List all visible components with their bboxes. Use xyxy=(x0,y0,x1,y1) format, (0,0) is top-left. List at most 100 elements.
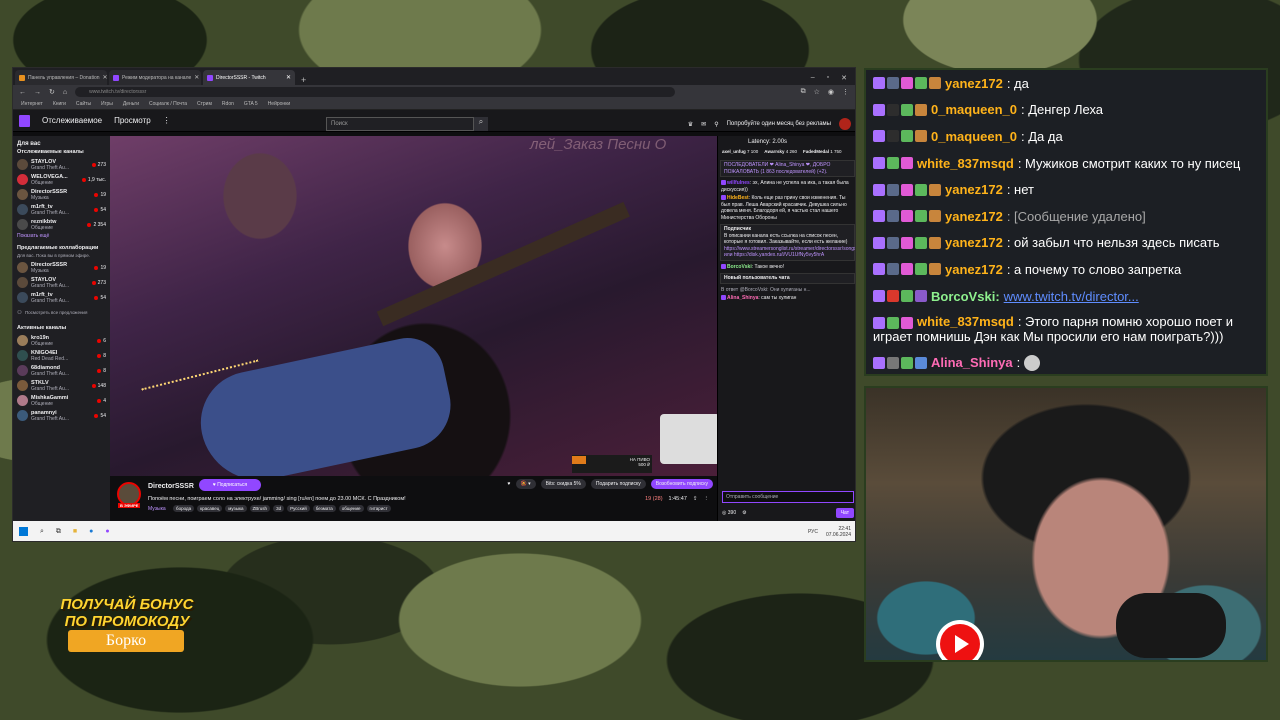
extensions-icon[interactable]: ⧉ xyxy=(801,88,806,96)
bookmark-item[interactable]: Rdon xyxy=(222,101,234,107)
bookmark-item[interactable]: GTA 5 xyxy=(244,101,258,107)
gift-sub-button[interactable]: Подарить подписку xyxy=(590,479,646,489)
nav-following[interactable]: Отслеживаемое xyxy=(42,116,102,125)
chat-username[interactable]: Alina_Shinya xyxy=(727,295,758,301)
sidebar-channel[interactable]: m1rft_tv Grand Theft Au... 54 xyxy=(13,202,110,217)
more-icon[interactable]: ⋮ xyxy=(704,496,710,502)
minimize-button[interactable]: – xyxy=(811,74,815,82)
share-icon[interactable]: ⇪ xyxy=(693,496,698,502)
subscriber-links[interactable]: https://www.streamersonglist.ru/streamer… xyxy=(724,246,855,259)
tag[interactable]: безмата xyxy=(312,505,336,512)
menu-icon[interactable]: ⋮ xyxy=(842,88,849,96)
tag[interactable]: ZBrush xyxy=(249,505,271,512)
clock[interactable]: 22:41 07.06.2024 xyxy=(826,526,851,538)
sidebar-channel[interactable]: STAYLOV Grand Theft Au... 273 xyxy=(13,275,110,290)
forward-icon[interactable]: → xyxy=(34,89,41,96)
inbox-icon[interactable]: ✉ xyxy=(701,121,706,128)
gifter[interactable]: FadedMedal 1 750 xyxy=(803,149,842,154)
sidebar-channel[interactable]: m1rft_tv Grand Theft Au... 54 xyxy=(13,290,110,305)
bookmark-item[interactable]: Нейронки xyxy=(268,101,291,107)
user-avatar[interactable] xyxy=(839,118,851,130)
new-tab-button[interactable]: + xyxy=(297,75,310,85)
chat-username[interactable]: BorcoVski xyxy=(727,264,752,270)
home-icon[interactable]: ⌂ xyxy=(63,89,67,96)
see-all-suggestions[interactable]: ⚇ Посмотреть все предложения xyxy=(13,305,110,320)
windows-start-icon[interactable] xyxy=(19,527,28,536)
maximize-button[interactable]: ▫ xyxy=(827,74,829,82)
reload-icon[interactable]: ↻ xyxy=(49,88,55,96)
search-icon[interactable]: ⌕ xyxy=(474,117,488,131)
video-player[interactable]: лей_Заказ Песни О НА ПИВО 500 ₽ xyxy=(110,136,717,476)
sidebar-channel[interactable]: 68diamond Grand Theft Au... 8 xyxy=(13,363,110,378)
search-input[interactable]: Поиск xyxy=(326,117,474,131)
heart-icon[interactable]: ♥ xyxy=(508,481,511,487)
close-icon[interactable]: ✕ xyxy=(103,74,107,81)
points-icon[interactable]: ◎ 390 xyxy=(722,510,736,516)
sidebar-channel[interactable]: DirectorSSSR Музыка 19 xyxy=(13,187,110,202)
tag[interactable]: 3d xyxy=(273,505,285,512)
tag[interactable]: борода xyxy=(173,505,195,512)
gifter[interactable]: axel_unfug 7 100 xyxy=(722,149,758,154)
sidebar-channel[interactable]: STAYLOV Grand Theft Au... 273 xyxy=(13,157,110,172)
tab-twitch[interactable]: DirectorSSSR - Twitch ✕ xyxy=(203,70,295,85)
explorer-icon[interactable]: ■ xyxy=(73,528,77,535)
gifter[interactable]: Awarrsky 4 260 xyxy=(764,149,797,154)
twitch-logo-icon[interactable] xyxy=(19,114,30,127)
sidebar-channel[interactable]: panamnyi Grand Theft Au... 54 xyxy=(13,408,110,423)
crown-icon[interactable]: ♛ xyxy=(688,121,693,128)
follow-button[interactable]: ♥ Подписаться xyxy=(199,479,261,491)
tag[interactable]: общение xyxy=(338,505,364,512)
chat-username[interactable]: HideBest xyxy=(727,195,749,201)
sidebar-channel[interactable]: reznikbtw Общение 2 354 xyxy=(13,217,110,232)
bits-button[interactable]: Bits: скидка 5% xyxy=(540,479,586,489)
bookmark-item[interactable]: Сайты xyxy=(76,101,91,107)
task-view-icon[interactable]: ⧉ xyxy=(56,528,61,536)
tab-donation[interactable]: Панель управления – Donation✕ xyxy=(15,70,107,85)
search-icon[interactable]: ⌕ xyxy=(40,528,44,536)
sidebar-channel[interactable]: MishkaGammi Общение 4 xyxy=(13,393,110,408)
sidebar-channel[interactable]: kro19n Общение 6 xyxy=(13,333,110,348)
bookmark-item[interactable]: Игры xyxy=(101,101,113,107)
notifications-button[interactable]: 🔕 ▾ xyxy=(515,479,536,489)
show-more-link[interactable]: Показать ещё xyxy=(13,232,110,240)
bookmark-item[interactable]: Деньги xyxy=(123,101,139,107)
nav-browse[interactable]: Просмотр xyxy=(114,116,151,125)
tag[interactable]: музыка xyxy=(225,505,247,512)
bookmark-star-icon[interactable]: ☆ xyxy=(814,88,820,96)
live-dot-icon xyxy=(87,222,92,227)
more-icon[interactable]: ⋮ xyxy=(163,116,171,125)
tag[interactable]: гитарист xyxy=(366,505,391,512)
tag[interactable]: красавец xyxy=(197,505,223,512)
back-icon[interactable]: ← xyxy=(19,89,26,96)
tag[interactable]: Русский xyxy=(287,505,310,512)
bookmark-item[interactable]: Книги xyxy=(53,101,66,107)
profile-icon[interactable]: ◉ xyxy=(828,88,834,96)
notifications-icon[interactable]: ⚲ xyxy=(714,121,718,128)
tab-moderator[interactable]: Режим модератора на канале ✕ xyxy=(109,70,201,85)
sidebar-channel[interactable]: STKLV Grand Theft Au... 148 xyxy=(13,378,110,393)
close-window-button[interactable]: ✕ xyxy=(841,74,847,82)
bookmark-item[interactable]: Социалк / Почта xyxy=(149,101,187,107)
sidebar-channel[interactable]: WELOVEGA... Общение 1,9 тыс. xyxy=(13,172,110,187)
channel-game: Red Dead Red... xyxy=(31,355,69,362)
stream-category[interactable]: Музыка xyxy=(148,506,166,512)
sidebar-channel[interactable]: DirectorSSSR Музыка 19 xyxy=(13,260,110,275)
bookmark-item[interactable]: Интернет xyxy=(21,101,43,107)
chat-send-button[interactable]: Чат xyxy=(835,508,854,518)
close-icon[interactable]: ✕ xyxy=(286,74,291,81)
channel-name[interactable]: DirectorSSSR xyxy=(148,483,194,490)
overlay-link[interactable]: www.twitch.tv/director... xyxy=(1004,289,1139,304)
chat-username[interactable]: willfulnes xyxy=(727,180,750,186)
browser-icon[interactable]: ● xyxy=(89,528,93,535)
chat-input[interactable]: Отправить сообщение xyxy=(722,491,854,503)
close-icon[interactable]: ✕ xyxy=(194,74,199,81)
promo-link[interactable]: Попробуйте один месяц без рекламы xyxy=(727,121,831,127)
sidebar-channel[interactable]: KNIGO4EI Red Dead Red... 8 xyxy=(13,348,110,363)
browser-icon[interactable]: ● xyxy=(105,528,109,535)
overlay-username-text: BorcoVski xyxy=(931,288,996,304)
bookmark-item[interactable]: Стрим xyxy=(197,101,212,107)
settings-icon[interactable]: ⚙ xyxy=(742,510,746,516)
resume-sub-button[interactable]: Возобновить подписку xyxy=(650,479,713,489)
url-field[interactable]: www.twitch.tv/directorsssr xyxy=(75,87,676,97)
language-indicator[interactable]: РУС xyxy=(808,529,818,535)
